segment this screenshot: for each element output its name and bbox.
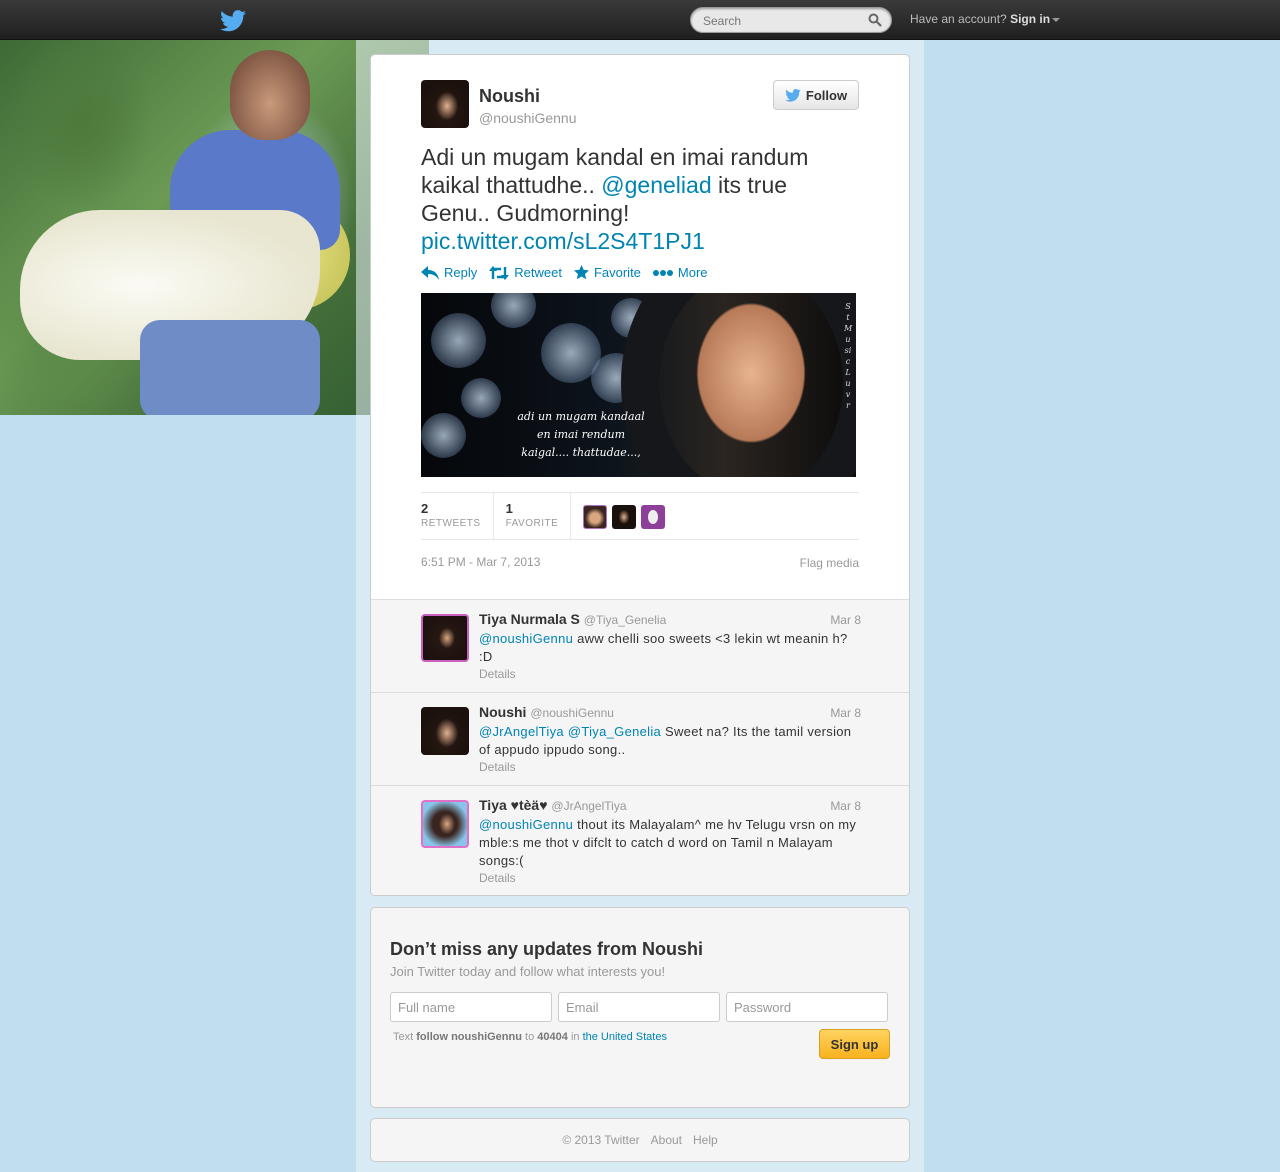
avatar[interactable] [421, 614, 469, 662]
pic-link[interactable]: pic.twitter.com/sL2S4T1PJ1 [421, 228, 705, 254]
favorite-action[interactable]: Favorite [573, 265, 641, 280]
reply-item[interactable]: Tiya Nurmala S @Tiya_Genelia Mar 8 @nous… [371, 600, 909, 693]
signin-prefix: Have an account? [910, 12, 1007, 26]
favorites-label: FAVORITE [505, 518, 559, 529]
reply-label: Reply [444, 265, 478, 280]
tweet-timestamp[interactable]: 6:51 PM - Mar 7, 2013 [421, 555, 540, 569]
sms-prefix: Text [393, 1031, 414, 1043]
signup-card: Don’t miss any updates from Noushi Join … [370, 907, 910, 1108]
user-handle[interactable]: @noushiGennu [479, 110, 577, 126]
retweet-label: Retweet [514, 265, 562, 280]
signup-title: Don’t miss any updates from Noushi [390, 939, 704, 959]
reply-text: @noushiGennu aww chelli soo sweets <3 le… [479, 630, 859, 666]
reply-text: @noushiGennu thout its Malayalam^ me hv … [479, 816, 859, 870]
tweet-actions: Reply Retweet Favorite More [421, 265, 708, 280]
sms-in: in [570, 1031, 580, 1043]
signin-prompt: Have an account? Sign in [910, 12, 1061, 26]
copyright: © 2013 Twitter [562, 1133, 640, 1147]
reply-handle[interactable]: @JrAngelTiya [551, 799, 626, 813]
more-action[interactable]: More [652, 265, 708, 280]
user-name[interactable]: Noushi [479, 86, 540, 107]
mention-link[interactable]: @JrAngelTiya @Tiya_Genelia [479, 724, 661, 739]
password-field[interactable] [726, 992, 888, 1022]
avatar[interactable] [421, 800, 469, 848]
tweet-text: Adi un mugam kandal en imai randum kaika… [421, 143, 861, 255]
follow-button[interactable]: Follow [773, 80, 859, 110]
retweets-count: 2 [421, 501, 429, 516]
media-caption-line2: en imai rendum [536, 428, 626, 441]
reply-action[interactable]: Reply [421, 265, 477, 280]
fullname-field[interactable] [390, 992, 552, 1022]
reply-header: Tiya ♥tèä♥ @JrAngelTiya [479, 797, 627, 813]
footer: © 2013 Twitter About Help [370, 1118, 910, 1162]
reply-date[interactable]: Mar 8 [830, 613, 861, 627]
signup-button[interactable]: Sign up [819, 1029, 890, 1059]
reply-handle[interactable]: @Tiya_Genelia [584, 613, 666, 627]
help-link[interactable]: Help [693, 1133, 718, 1147]
favorites-count: 1 [505, 501, 513, 516]
mention-link[interactable]: @geneliad [601, 172, 711, 198]
flag-media-link[interactable]: Flag media [800, 556, 859, 570]
media-watermark: StMusicLuvr [844, 302, 853, 410]
top-bar: Have an account? Sign in [0, 0, 1280, 40]
caret-down-icon[interactable] [1052, 17, 1061, 22]
search-input[interactable] [703, 12, 863, 29]
tweet-card: Noushi @noushiGennu Follow Adi un mugam … [370, 54, 910, 896]
reply-item[interactable]: Tiya ♥tèä♥ @JrAngelTiya Mar 8 @noushiGen… [371, 786, 909, 895]
reply-header: Tiya Nurmala S @Tiya_Genelia [479, 611, 666, 627]
avatar[interactable] [421, 707, 469, 755]
mention-link[interactable]: @noushiGennu [479, 817, 573, 832]
reply-author[interactable]: Noushi [479, 704, 526, 720]
star-icon [573, 265, 589, 280]
tweet-media-image[interactable]: adi un mugam kandaal en imai rendum kaig… [421, 293, 856, 477]
media-caption-line1: adi un mugam kandaal [517, 410, 645, 423]
reply-item[interactable]: Noushi @noushiGennu Mar 8 @JrAngelTiya @… [371, 693, 909, 786]
reply-details-link[interactable]: Details [479, 871, 516, 885]
avatar[interactable] [612, 505, 637, 529]
country-link[interactable]: the United States [583, 1031, 667, 1043]
signup-subtitle: Join Twitter today and follow what inter… [390, 964, 666, 979]
reply-author[interactable]: Tiya Nurmala S [479, 611, 580, 627]
reply-author[interactable]: Tiya ♥tèä♥ [479, 797, 548, 813]
retweets-label: RETWEETS [421, 518, 481, 529]
sms-number: 40404 [537, 1031, 568, 1043]
avatar[interactable] [641, 505, 666, 529]
reply-details-link[interactable]: Details [479, 667, 516, 681]
tweet-stats: 2 RETWEETS 1 FAVORITE [421, 492, 859, 540]
favorite-label: Favorite [593, 265, 641, 280]
media-caption: adi un mugam kandaal en imai rendum kaig… [516, 408, 646, 462]
mention-link[interactable]: @noushiGennu [479, 631, 573, 646]
reply-date[interactable]: Mar 8 [830, 706, 861, 720]
reply-details-link[interactable]: Details [479, 760, 516, 774]
more-dots-icon [652, 269, 673, 276]
media-caption-line3: kaigal.... thattudae..., [521, 446, 641, 459]
reply-header: Noushi @noushiGennu [479, 704, 614, 720]
reply-date[interactable]: Mar 8 [830, 799, 861, 813]
retweets-stat[interactable]: 2 RETWEETS [421, 493, 493, 539]
email-field[interactable] [558, 992, 720, 1022]
favorites-stat[interactable]: 1 FAVORITE [492, 493, 571, 539]
search-box[interactable] [690, 7, 892, 33]
retweet-icon [489, 265, 510, 280]
more-label: More [677, 265, 708, 280]
sms-follow-hint: Text follow noushiGennu to 40404 in the … [393, 1031, 667, 1043]
avatar[interactable] [583, 505, 608, 529]
sms-to: to [525, 1031, 535, 1043]
sms-command: follow noushiGennu [416, 1031, 522, 1043]
replies-list: Tiya Nurmala S @Tiya_Genelia Mar 8 @nous… [371, 599, 909, 895]
follow-label: Follow [805, 87, 848, 103]
reply-icon [421, 265, 439, 280]
reply-text: @JrAngelTiya @Tiya_Genelia Sweet na? Its… [479, 723, 859, 759]
avatar[interactable] [421, 80, 469, 128]
engager-avatars [570, 493, 666, 539]
search-icon[interactable] [868, 13, 882, 27]
about-link[interactable]: About [651, 1133, 682, 1147]
signin-link[interactable]: Sign in [1010, 12, 1050, 26]
reply-handle[interactable]: @noushiGennu [530, 706, 614, 720]
twitter-bird-icon[interactable] [220, 10, 246, 32]
twitter-bird-icon [785, 88, 801, 102]
retweet-action[interactable]: Retweet [489, 265, 562, 280]
